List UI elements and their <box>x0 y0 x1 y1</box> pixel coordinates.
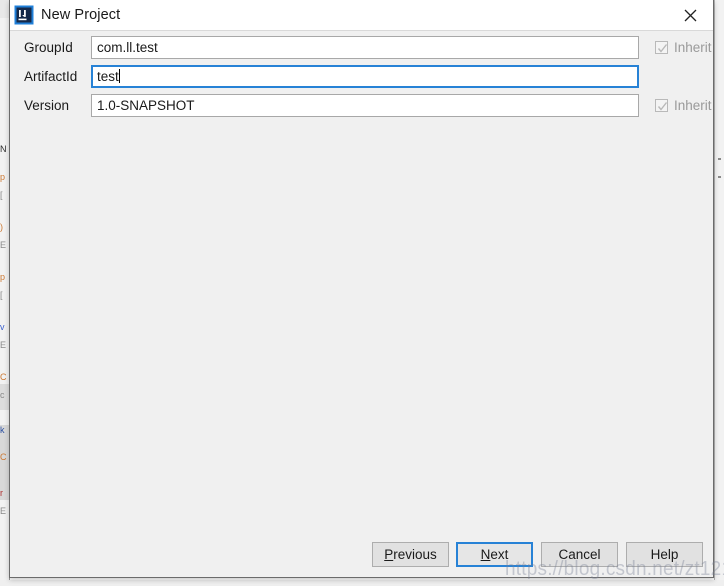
version-inherit-label: Inherit <box>674 98 712 113</box>
previous-button[interactable]: Previous <box>372 542 449 567</box>
new-project-dialog: New Project GroupId com.ll.test Inherit <box>9 0 714 578</box>
next-button-label: ext <box>490 547 509 562</box>
groupid-label: GroupId <box>24 40 73 55</box>
version-input[interactable]: 1.0-SNAPSHOT <box>91 94 639 117</box>
dialog-body-area <box>10 123 713 532</box>
version-label: Version <box>24 98 70 113</box>
help-button[interactable]: Help <box>626 542 703 567</box>
close-icon <box>684 9 697 21</box>
help-button-label: Help <box>650 547 679 562</box>
version-inherit-checkbox[interactable]: Inherit <box>655 95 712 116</box>
background-marker <box>718 176 721 178</box>
background-editor-right-sliver <box>714 0 724 586</box>
previous-button-label: revious <box>393 547 437 562</box>
artifactid-input[interactable]: test <box>91 65 639 88</box>
close-button[interactable] <box>668 0 713 30</box>
cancel-button[interactable]: Cancel <box>541 542 618 567</box>
dialog-title: New Project <box>41 7 121 23</box>
project-coordinates-form: GroupId com.ll.test Inherit ArtifactId t… <box>10 31 713 123</box>
form-row-artifactid: ArtifactId test <box>10 64 713 93</box>
background-window-bottom-strip <box>0 580 724 586</box>
dialog-titlebar: New Project <box>10 0 713 31</box>
form-row-groupid: GroupId com.ll.test Inherit <box>10 35 713 64</box>
form-row-version: Version 1.0-SNAPSHOT Inherit <box>10 93 713 122</box>
dialog-button-bar: Previous Next Cancel Help <box>10 532 713 577</box>
background-marker <box>718 158 721 160</box>
intellij-idea-icon <box>14 5 34 25</box>
next-button[interactable]: Next <box>456 542 533 567</box>
groupid-input[interactable]: com.ll.test <box>91 36 639 59</box>
checkbox-checked-icon <box>655 99 668 112</box>
groupid-inherit-checkbox[interactable]: Inherit <box>655 37 712 58</box>
next-button-mnemonic: N <box>480 547 491 562</box>
previous-button-mnemonic: P <box>384 547 394 562</box>
artifactid-label: ArtifactId <box>24 69 78 84</box>
cancel-button-label: Cancel <box>558 547 601 562</box>
checkbox-checked-icon <box>655 41 668 54</box>
artifactid-input-value: test <box>97 69 119 84</box>
text-caret <box>118 69 120 83</box>
groupid-inherit-label: Inherit <box>674 40 712 55</box>
